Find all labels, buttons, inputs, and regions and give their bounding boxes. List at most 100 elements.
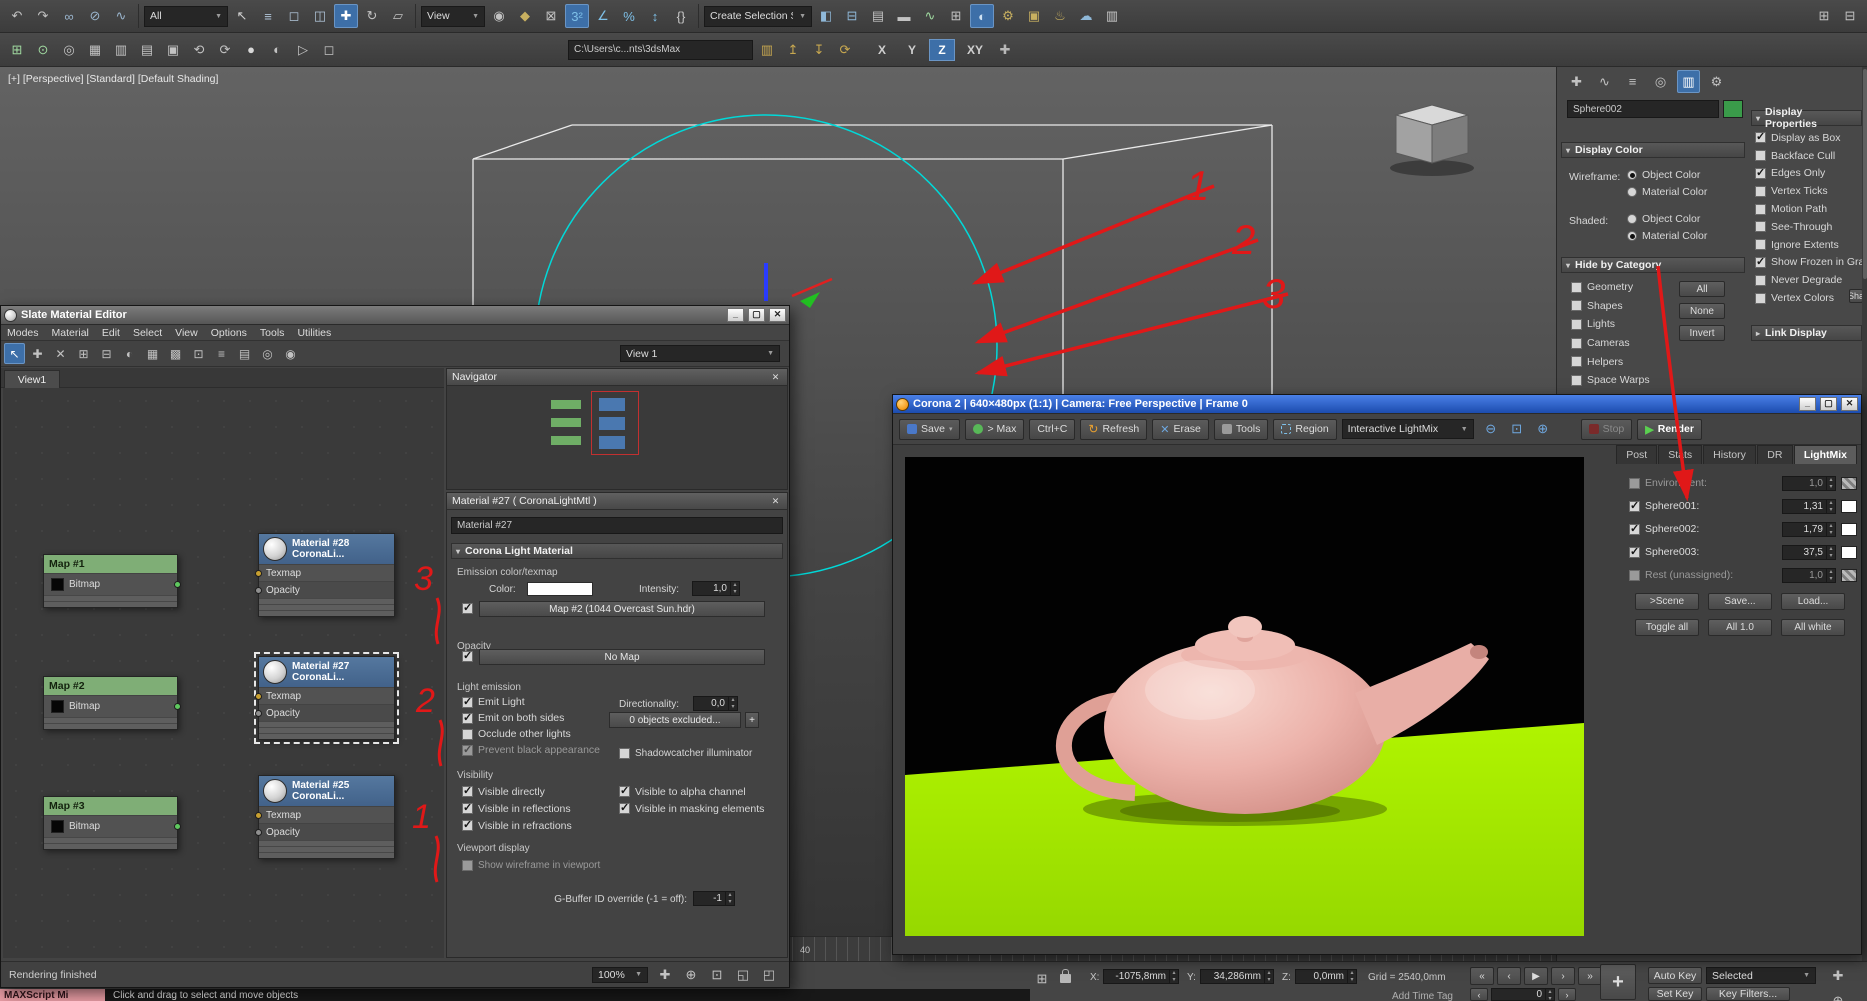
shade-selected-icon[interactable]: ◐ [265, 38, 289, 62]
rendered-frame-window-icon[interactable]: ▣ [1022, 4, 1046, 28]
spinner-arrows-icon[interactable] [1826, 500, 1835, 513]
mirror-icon[interactable]: ◧ [814, 4, 838, 28]
frame-down-button[interactable]: ‹ [1470, 988, 1488, 1001]
sphere003-intensity-spinner[interactable]: 37,5 [1782, 545, 1836, 560]
input-socket[interactable] [255, 693, 262, 700]
auto-key-button[interactable]: Auto Key [1648, 967, 1702, 984]
menu-utilities[interactable]: Utilities [297, 327, 331, 339]
all-white-button[interactable]: All white [1781, 619, 1845, 636]
viewcube[interactable] [1390, 105, 1474, 176]
selection-filter-dropdown[interactable]: All ▼ [144, 6, 228, 27]
material-sample-icon[interactable]: ● [239, 38, 263, 62]
sphere001-color-swatch[interactable] [1841, 500, 1857, 513]
rectangular-selection-region-icon[interactable]: ◻ [282, 4, 306, 28]
snaps-toggle-icon[interactable]: 3² [565, 4, 589, 28]
utilities-icon[interactable]: ⚙ [1705, 70, 1728, 93]
spinner-arrows-icon[interactable] [1826, 477, 1835, 490]
directionality-spinner[interactable]: 0,0 [693, 696, 738, 711]
node-title-bar[interactable]: Map #1 [44, 555, 177, 573]
window-crossing-toggle-icon[interactable]: ◫ [308, 4, 332, 28]
sphere002-checkbox[interactable] [1629, 524, 1640, 535]
selection-lock-icon[interactable] [1060, 974, 1071, 983]
hide-unused-slots-icon[interactable]: ▤ [234, 343, 255, 364]
spinner-arrows-icon[interactable] [1347, 970, 1356, 983]
navigator-header[interactable]: Navigator ✕ [447, 369, 787, 386]
visible-directly-checkbox[interactable] [462, 786, 473, 797]
zoom-tool-icon[interactable]: ⊕ [679, 963, 703, 987]
spinner-arrows-icon[interactable] [725, 892, 734, 905]
spinner-snap-icon[interactable]: ↕ [643, 4, 667, 28]
key-filters-button[interactable]: Key Filters... [1706, 987, 1790, 1001]
sync-project-icon[interactable]: ⟳ [833, 38, 857, 62]
delete-node-icon[interactable]: ✕ [50, 343, 71, 364]
emit-light-checkbox[interactable] [462, 697, 473, 708]
display-icon[interactable]: ▥ [1677, 70, 1700, 93]
vertex-colors-checkbox[interactable] [1755, 293, 1766, 304]
select-node-icon[interactable]: ↖ [4, 343, 25, 364]
command-panel-scrollbar[interactable] [1862, 67, 1867, 1001]
geometry-checkbox[interactable] [1571, 282, 1582, 293]
axis-y-button[interactable]: Y [899, 39, 925, 61]
spinner-arrows-icon[interactable] [1826, 523, 1835, 536]
set-key-mode-icon[interactable]: + [1600, 964, 1636, 1000]
refresh-button[interactable]: ↻ Refresh [1080, 419, 1147, 440]
percent-snap-icon[interactable]: % [617, 4, 641, 28]
ignore-extents-checkbox[interactable] [1755, 239, 1766, 250]
maximize-button[interactable]: ▢ [1820, 397, 1837, 411]
next-frame-button[interactable]: › [1551, 967, 1575, 985]
bitmap-slot-row[interactable]: Bitmap [44, 573, 177, 595]
input-socket[interactable] [255, 829, 262, 836]
pan-hand-icon[interactable]: ✚ [653, 963, 677, 987]
add-time-tag[interactable]: Add Time Tag [1392, 991, 1453, 1001]
output-socket[interactable] [174, 823, 181, 830]
opacity-slot-row[interactable]: Opacity [259, 704, 394, 721]
bitmap-slot-row[interactable]: Bitmap [44, 695, 177, 717]
display-as-box-checkbox[interactable] [1755, 132, 1766, 143]
z-coordinate-field[interactable]: 0,0mm [1295, 969, 1357, 984]
tools-button[interactable]: Tools [1214, 419, 1269, 440]
occlude-other-lights-checkbox[interactable] [462, 729, 473, 740]
node-material28[interactable]: Material #28CoronaLi... Texmap Opacity [258, 533, 395, 617]
bind-to-space-warp-icon[interactable]: ∿ [109, 4, 133, 28]
safe-frames-icon[interactable]: ◻ [317, 38, 341, 62]
create-icon[interactable]: ✚ [1565, 70, 1588, 93]
lightmix-save-button[interactable]: Save... [1708, 593, 1772, 610]
node-title-bar[interactable]: Material #28CoronaLi... [259, 534, 394, 564]
visible-in-refractions-checkbox[interactable] [462, 820, 473, 831]
menu-select[interactable]: Select [133, 327, 162, 339]
node-title-bar[interactable]: Map #3 [44, 797, 177, 815]
backface-cull-checkbox[interactable] [1755, 150, 1766, 161]
slate-title-bar[interactable]: Slate Material Editor _ ▢ ✕ [1, 306, 789, 325]
go-to-end-button[interactable]: » [1578, 967, 1602, 985]
opacity-slot-row[interactable]: Opacity [259, 823, 394, 840]
zoom-extents-icon[interactable]: ⊡ [705, 963, 729, 987]
exclude-add-button[interactable]: + [745, 712, 759, 728]
select-and-link-icon[interactable]: ∞ [57, 4, 81, 28]
play-animation-preview-icon[interactable]: ▷ [291, 38, 315, 62]
curve-editor-icon[interactable]: ∿ [918, 4, 942, 28]
render-production-icon[interactable]: ♨ [1048, 4, 1072, 28]
display-color-rollout[interactable]: ▾ Display Color [1561, 142, 1745, 158]
menu-material[interactable]: Material [52, 327, 89, 339]
toggle-layer-explorer-icon[interactable]: ▤ [866, 4, 890, 28]
minimap-view-rect[interactable] [591, 391, 639, 455]
spinner-arrows-icon[interactable] [1826, 546, 1835, 559]
zoom-viewport-icon[interactable]: ⊕ [1826, 989, 1850, 1001]
reference-coordinate-dropdown[interactable]: View ▼ [421, 6, 485, 27]
hide-all-button[interactable]: All [1679, 281, 1725, 297]
node-material27[interactable]: Material #27CoronaLi... Texmap Opacity [258, 656, 395, 740]
x-coordinate-field[interactable]: -1075,8mm [1103, 969, 1179, 984]
y-coordinate-field[interactable]: 34,286mm [1200, 969, 1274, 984]
texmap-slot-row[interactable]: Texmap [259, 564, 394, 581]
wireframe-object-color-radio[interactable]: Object Color [1627, 169, 1700, 181]
object-color-swatch[interactable] [1723, 100, 1743, 118]
stop-button[interactable]: Stop [1581, 419, 1633, 440]
hide-by-category-rollout[interactable]: ▾ Hide by Category [1561, 257, 1745, 273]
material-preview-icon[interactable]: ◐ [119, 343, 140, 364]
motion-icon[interactable]: ◎ [1649, 70, 1672, 93]
cameras-checkbox[interactable] [1571, 338, 1582, 349]
to-scene-button[interactable]: >Scene [1635, 593, 1699, 610]
go-to-start-button[interactable]: « [1470, 967, 1494, 985]
viewport-label[interactable]: [+] [Perspective] [Standard] [Default Sh… [8, 73, 218, 85]
rest-intensity-spinner[interactable]: 1,0 [1782, 568, 1836, 583]
